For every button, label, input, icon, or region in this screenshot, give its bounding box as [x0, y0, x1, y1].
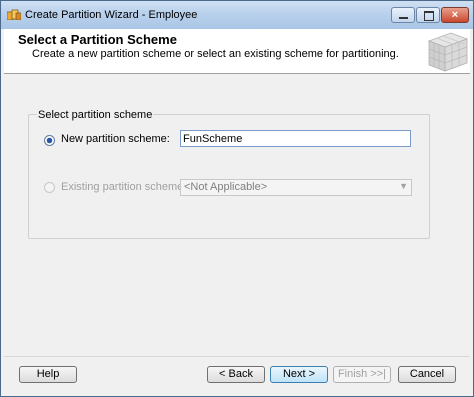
wizard-content: Select partition scheme New partition sc…	[4, 74, 470, 356]
window-title: Create Partition Wizard - Employee	[25, 9, 198, 21]
page-title: Select a Partition Scheme	[18, 32, 177, 47]
existing-scheme-label[interactable]: Existing partition scheme:	[61, 181, 186, 193]
wizard-app-icon	[7, 9, 21, 20]
new-scheme-radio[interactable]	[44, 135, 55, 146]
existing-scheme-value: <Not Applicable>	[184, 181, 268, 193]
back-button[interactable]: < Back	[207, 366, 265, 383]
minimize-button[interactable]	[391, 7, 415, 23]
wizard-footer: Help < Back Next > Finish >>| Cancel	[4, 356, 470, 395]
maximize-icon	[424, 11, 434, 21]
existing-scheme-dropdown[interactable]: <Not Applicable> ▼	[180, 179, 412, 196]
minimize-icon	[399, 17, 408, 19]
existing-scheme-radio[interactable]	[44, 182, 55, 193]
new-scheme-label[interactable]: New partition scheme:	[61, 133, 170, 145]
group-label: Select partition scheme	[37, 109, 154, 121]
close-icon: ×	[451, 9, 459, 21]
cube-grid-icon	[427, 32, 469, 72]
next-button[interactable]: Next >	[270, 366, 328, 383]
wizard-header: Select a Partition Scheme Create a new p…	[4, 29, 470, 74]
chevron-down-icon: ▼	[399, 181, 408, 191]
close-button[interactable]: ×	[441, 7, 469, 23]
maximize-button[interactable]	[416, 7, 440, 23]
page-subtitle: Create a new partition scheme or select …	[32, 48, 399, 60]
wizard-window: Create Partition Wizard - Employee × Sel…	[0, 0, 474, 397]
finish-button[interactable]: Finish >>|	[333, 366, 391, 383]
help-button[interactable]: Help	[19, 366, 77, 383]
new-scheme-name-input[interactable]	[180, 130, 411, 147]
title-bar[interactable]: Create Partition Wizard - Employee ×	[1, 1, 473, 29]
cancel-button[interactable]: Cancel	[398, 366, 456, 383]
